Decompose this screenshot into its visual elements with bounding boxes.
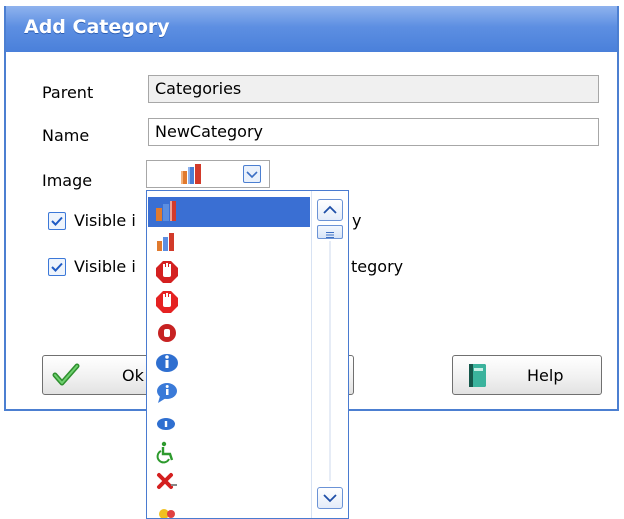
dropdown-button[interactable] [243, 165, 261, 183]
image-label: Image [42, 171, 93, 190]
checkmark-icon [51, 262, 63, 272]
delete-x-icon [155, 470, 179, 498]
scroll-up-button[interactable] [317, 199, 343, 221]
list-item[interactable] [148, 467, 310, 497]
help-book-icon [469, 364, 486, 387]
parent-field: Categories [148, 75, 599, 103]
bar-chart-icon [155, 200, 179, 226]
small-stop-hand-icon [155, 320, 179, 348]
small-info-icon [155, 410, 179, 438]
small-bar-chart-icon [155, 230, 179, 256]
checkmark-icon [51, 216, 63, 226]
image-dropdown-list[interactable] [146, 190, 349, 519]
wheelchair-icon [155, 440, 179, 468]
chevron-down-icon [246, 171, 258, 179]
stop-hand-icon [155, 260, 179, 288]
image-combobox[interactable] [146, 160, 270, 188]
visible-checkbox-1-label-tail: y [352, 211, 362, 230]
dropdown-scrollbar[interactable] [311, 191, 348, 518]
info-icon [155, 350, 179, 378]
grip-icon [326, 232, 334, 238]
help-button[interactable]: Help [452, 355, 602, 395]
visible-checkbox-1-label: Visible i [74, 211, 136, 230]
stop-hand-icon [155, 290, 179, 318]
title-bar[interactable]: Add Category [6, 6, 617, 52]
list-item[interactable] [148, 287, 310, 317]
list-item[interactable] [148, 257, 310, 287]
dialog-title: Add Category [24, 16, 170, 38]
list-item[interactable] [148, 377, 310, 407]
visible-checkbox-2-label-tail: tegory [351, 257, 404, 276]
parent-label: Parent [42, 83, 94, 102]
bar-chart-icon [179, 163, 205, 189]
list-item[interactable] [148, 407, 310, 437]
name-label: Name [42, 126, 90, 145]
scroll-down-button[interactable] [317, 487, 343, 509]
visible-checkbox-2-label: Visible i [74, 257, 136, 276]
chevron-up-icon [323, 205, 337, 214]
list-item[interactable] [148, 317, 310, 347]
chevron-down-icon [323, 494, 337, 503]
info-bubble-icon [155, 380, 179, 408]
scroll-track[interactable] [329, 241, 331, 481]
visible-checkbox-1[interactable] [48, 212, 66, 230]
name-input[interactable]: NewCategory [148, 118, 599, 146]
list-item[interactable] [148, 347, 310, 377]
help-button-label: Help [527, 366, 564, 385]
scroll-thumb[interactable] [317, 225, 343, 239]
green-check-icon [52, 363, 80, 386]
partial-icon [155, 500, 179, 518]
ok-button-label: Ok [122, 366, 144, 385]
list-item[interactable] [148, 497, 310, 518]
visible-checkbox-2[interactable] [48, 258, 66, 276]
list-item[interactable] [148, 437, 310, 467]
list-item[interactable] [148, 197, 310, 227]
ok-button[interactable]: Ok [42, 355, 152, 395]
list-item[interactable] [148, 227, 310, 257]
